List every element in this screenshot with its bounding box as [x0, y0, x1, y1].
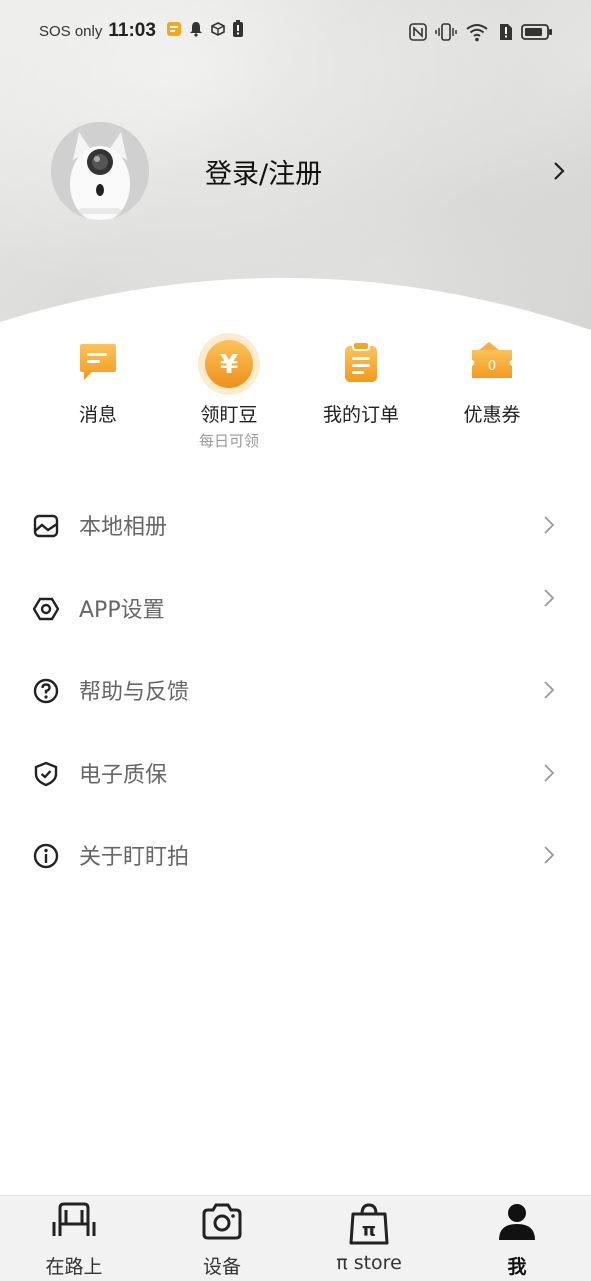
settings-icon: [32, 596, 60, 626]
nav-label: π store: [336, 1252, 402, 1274]
quick-action-sublabel: 每日可领: [198, 432, 259, 450]
menu-item-help-feedback[interactable]: 帮助与反馈: [0, 660, 591, 720]
bell-icon: [188, 21, 204, 41]
menu-item-app-settings[interactable]: APP设置: [0, 578, 591, 638]
tab-devices[interactable]: 设备: [162, 1196, 282, 1281]
coin-symbol: ¥: [220, 350, 238, 380]
shield-icon: [33, 761, 59, 791]
quick-action-label: 我的订单: [322, 404, 399, 426]
chevron-right-icon: [543, 680, 555, 704]
chevron-right-icon: [543, 588, 555, 612]
cube-icon: [210, 21, 226, 41]
wifi-icon: [465, 22, 489, 46]
menu-item-warranty[interactable]: 电子质保: [0, 743, 591, 803]
chevron-right-icon: [543, 763, 555, 787]
coupon-count: 0: [488, 359, 496, 374]
avatar[interactable]: [51, 122, 149, 220]
menu-item-about[interactable]: 关于盯盯拍: [0, 825, 591, 885]
menu-label: 电子质保: [79, 763, 168, 788]
login-register-link[interactable]: 登录/注册: [205, 152, 322, 191]
tab-pi-store[interactable]: π π store: [309, 1196, 429, 1281]
camera-icon: [200, 1202, 244, 1246]
alert-battery-icon: [232, 20, 244, 42]
menu-label: APP设置: [79, 598, 165, 623]
status-bar: SOS only 11:03: [0, 0, 591, 64]
chevron-right-icon[interactable]: [552, 160, 566, 186]
shopping-bag-icon: π: [347, 1202, 391, 1250]
sim-alert-icon: [497, 23, 513, 45]
album-icon: [33, 513, 59, 543]
battery-icon: [521, 23, 553, 45]
notification-app-icon: [166, 21, 182, 41]
chevron-right-icon: [543, 515, 555, 539]
quick-action-label: 领盯豆: [200, 404, 258, 426]
pi-glyph: π: [362, 1220, 376, 1241]
quick-actions: 消息 ¥ 领盯豆 每日可领 我的订单 0 优惠券: [0, 330, 591, 460]
menu-label: 本地相册: [79, 515, 168, 540]
info-icon: [33, 843, 59, 873]
tab-me[interactable]: 我: [457, 1196, 577, 1281]
bottom-navigation: 在路上 设备 π π store 我: [0, 1195, 591, 1281]
menu-item-local-album[interactable]: 本地相册: [0, 495, 591, 555]
nav-label: 在路上: [45, 1256, 103, 1278]
car-seat-icon: [52, 1202, 96, 1246]
coin-icon: ¥: [197, 332, 261, 400]
help-icon: [33, 678, 59, 708]
menu-label: 关于盯盯拍: [79, 845, 190, 870]
clock-time: 11:03: [108, 20, 156, 41]
chevron-right-icon: [543, 845, 555, 869]
coupon-icon: 0: [469, 340, 515, 388]
carrier-text: SOS only: [39, 22, 103, 40]
vibrate-icon: [435, 22, 457, 46]
message-icon: [76, 340, 120, 388]
nav-label: 我: [507, 1256, 527, 1278]
person-icon: [495, 1202, 539, 1246]
header-curve: [0, 277, 591, 340]
nav-label: 设备: [202, 1256, 241, 1278]
clipboard-icon: [339, 340, 383, 388]
quick-action-label: 优惠券: [463, 404, 521, 426]
tab-on-the-road[interactable]: 在路上: [14, 1196, 134, 1281]
quick-action-label: 消息: [78, 404, 117, 426]
menu-label: 帮助与反馈: [79, 680, 190, 705]
nfc-icon: [409, 23, 427, 45]
robot-dog-avatar-icon: [51, 122, 149, 220]
